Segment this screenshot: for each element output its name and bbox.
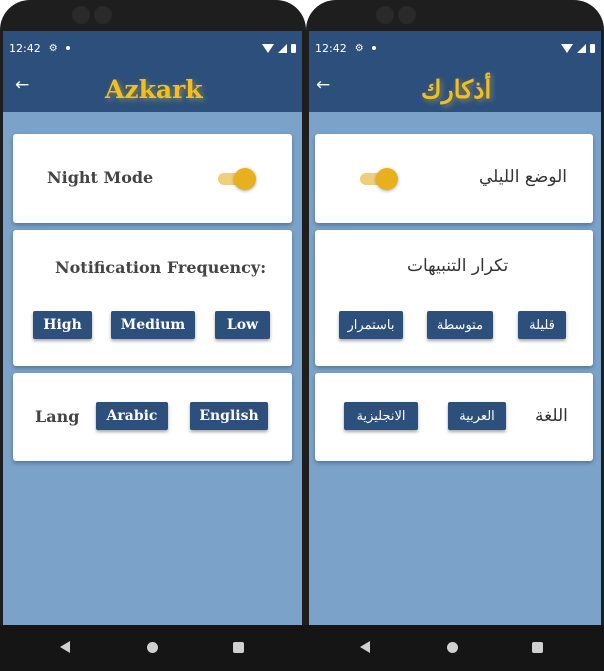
navigation-bar: [306, 625, 604, 671]
lang-label: اللغة: [535, 406, 568, 426]
circle-home-icon[interactable]: [147, 642, 158, 653]
battery-icon: [590, 43, 595, 53]
arrow-left-icon[interactable]: ←: [316, 75, 330, 95]
signal-icon: [577, 43, 586, 53]
triangle-back-icon[interactable]: [60, 641, 70, 653]
phone-english: 12:42 ⚙ ← Azkark Night Mode Notification…: [0, 0, 306, 671]
notification-card: Notification Frequency: High Medium Low: [13, 230, 292, 366]
gear-icon: ⚙: [354, 42, 364, 54]
app-title: Azkark: [105, 75, 203, 104]
night-mode-card: الوضع الليلي: [315, 134, 593, 223]
phone-arabic: 12:42 ⚙ ← أذكارك الوضع الليلي تكرار التن…: [306, 0, 604, 671]
notification-frequency-label: تكرار التنبيهات: [407, 256, 509, 276]
lang-english-button[interactable]: English: [190, 402, 268, 430]
notification-frequency-label: Notification Frequency:: [55, 258, 267, 277]
frequency-low-button[interactable]: قليلة: [518, 311, 566, 339]
night-mode-label: Night Mode: [47, 168, 154, 187]
frequency-medium-button[interactable]: متوسطة: [427, 311, 493, 339]
screen-english: 12:42 ⚙ ← Azkark Night Mode Notification…: [3, 31, 302, 625]
lang-arabic-button[interactable]: العربية: [448, 402, 506, 430]
night-mode-toggle[interactable]: [358, 167, 398, 191]
navigation-bar: [0, 625, 306, 671]
camera-icon: [376, 6, 394, 24]
status-time: 12:42: [9, 41, 41, 55]
night-mode-card: Night Mode: [13, 134, 292, 223]
system-icons: [561, 43, 595, 53]
lang-arabic-button[interactable]: Arabic: [96, 402, 168, 430]
toggle-thumb: [376, 168, 398, 190]
notification-dot-icon: [371, 46, 376, 50]
app-bar: ← Azkark: [3, 65, 302, 112]
square-recent-icon[interactable]: [532, 642, 543, 653]
night-mode-toggle[interactable]: [216, 167, 256, 191]
toggle-thumb: [234, 168, 256, 190]
arrow-left-icon[interactable]: ←: [15, 75, 29, 95]
battery-icon: [291, 43, 296, 53]
status-bar: 12:42 ⚙: [3, 31, 302, 65]
frequency-continuous-button[interactable]: باستمرار: [339, 311, 403, 339]
night-mode-label: الوضع الليلي: [479, 167, 568, 187]
language-card: الانجليزية العربية اللغة: [315, 373, 593, 461]
status-bar: 12:42 ⚙: [309, 31, 601, 65]
lang-label: Lang: [35, 407, 80, 426]
app-title: أذكارك: [421, 75, 492, 104]
square-recent-icon[interactable]: [233, 642, 244, 653]
triangle-back-icon[interactable]: [360, 641, 370, 653]
signal-icon: [278, 43, 287, 53]
notification-card: تكرار التنبيهات باستمرار متوسطة قليلة: [315, 230, 593, 366]
frequency-low-button[interactable]: Low: [215, 311, 270, 339]
screen-arabic: 12:42 ⚙ ← أذكارك الوضع الليلي تكرار التن…: [309, 31, 601, 625]
camera-icon: [398, 6, 416, 24]
notification-dot-icon: [65, 46, 70, 50]
system-icons: [262, 43, 296, 53]
frequency-medium-button[interactable]: Medium: [111, 311, 195, 339]
lang-english-button[interactable]: الانجليزية: [344, 402, 418, 430]
status-time: 12:42: [315, 41, 347, 55]
language-card: Lang Arabic English: [13, 373, 292, 461]
wifi-icon: [561, 43, 573, 53]
app-bar: ← أذكارك: [309, 65, 601, 112]
wifi-icon: [262, 43, 274, 53]
camera-icon: [94, 6, 112, 24]
circle-home-icon[interactable]: [447, 642, 458, 653]
camera-icon: [72, 6, 90, 24]
frequency-high-button[interactable]: High: [33, 311, 92, 339]
gear-icon: ⚙: [48, 42, 58, 54]
